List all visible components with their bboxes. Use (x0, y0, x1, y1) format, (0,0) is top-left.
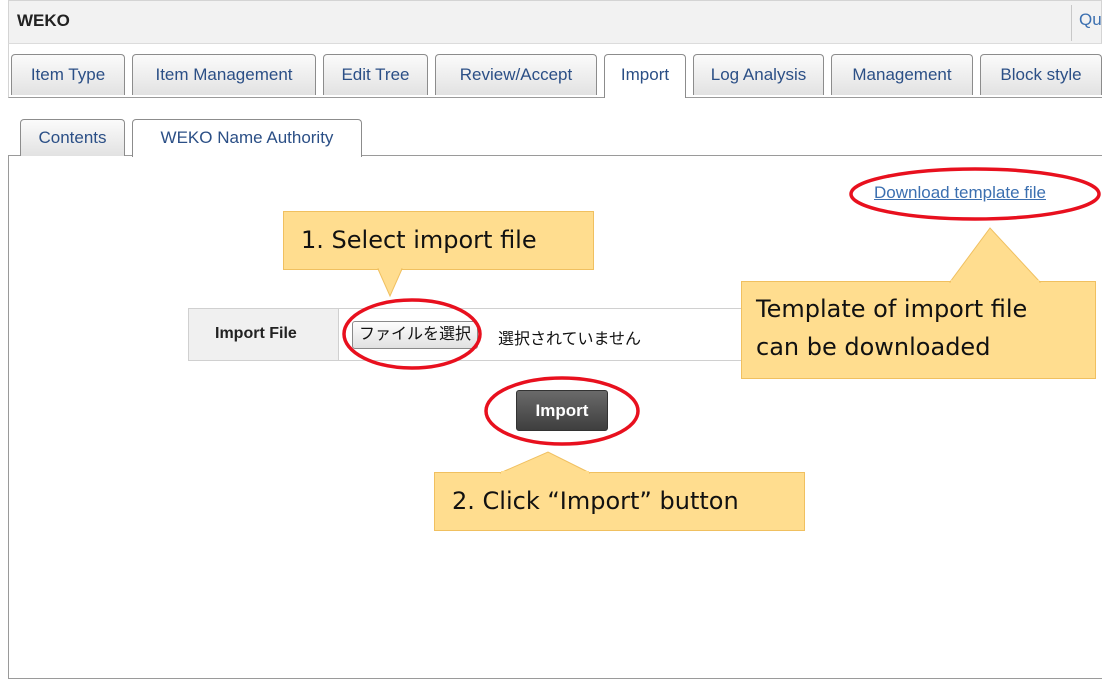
file-status-text: 選択されていません (498, 331, 642, 348)
import-button[interactable]: Import (516, 390, 608, 431)
callout-step1-text: 1. Select import file (301, 226, 537, 254)
callout-template-line1: Template of import file (756, 295, 1028, 323)
subtab-weko-name-authority[interactable]: WEKO Name Authority (132, 119, 362, 157)
tab-log-analysis[interactable]: Log Analysis (693, 54, 824, 95)
callout-click-import: 2. Click “Import” button (434, 472, 805, 531)
import-file-label-cell: Import File (189, 309, 339, 360)
tab-management[interactable]: Management (831, 54, 973, 95)
import-file-row: Import File ファイルを選択 選択されていません (188, 308, 788, 361)
import-file-label: Import File (215, 325, 297, 342)
download-template-link[interactable]: Download template file (874, 183, 1046, 203)
subtab-contents[interactable]: Contents (20, 119, 125, 156)
tab-edit-tree[interactable]: Edit Tree (323, 54, 428, 95)
quit-link[interactable]: Quit (1079, 10, 1102, 30)
app-titlebar: WEKO Quit (8, 0, 1102, 44)
choose-file-button[interactable]: ファイルを選択 (352, 321, 479, 349)
tab-item-type[interactable]: Item Type (11, 54, 125, 95)
callout-select-import-file: 1. Select import file (283, 211, 594, 270)
app-title: WEKO (17, 11, 70, 30)
tab-review-accept[interactable]: Review/Accept (435, 54, 597, 95)
callout-template-line2: can be downloaded (756, 333, 991, 361)
tab-import[interactable]: Import (604, 54, 686, 98)
tab-block-style[interactable]: Block style (980, 54, 1102, 95)
callout-template-download: Template of import file can be downloade… (741, 281, 1096, 379)
titlebar-divider (1071, 5, 1072, 41)
callout-step2-text: 2. Click “Import” button (452, 487, 739, 515)
tab-item-management[interactable]: Item Management (132, 54, 316, 95)
